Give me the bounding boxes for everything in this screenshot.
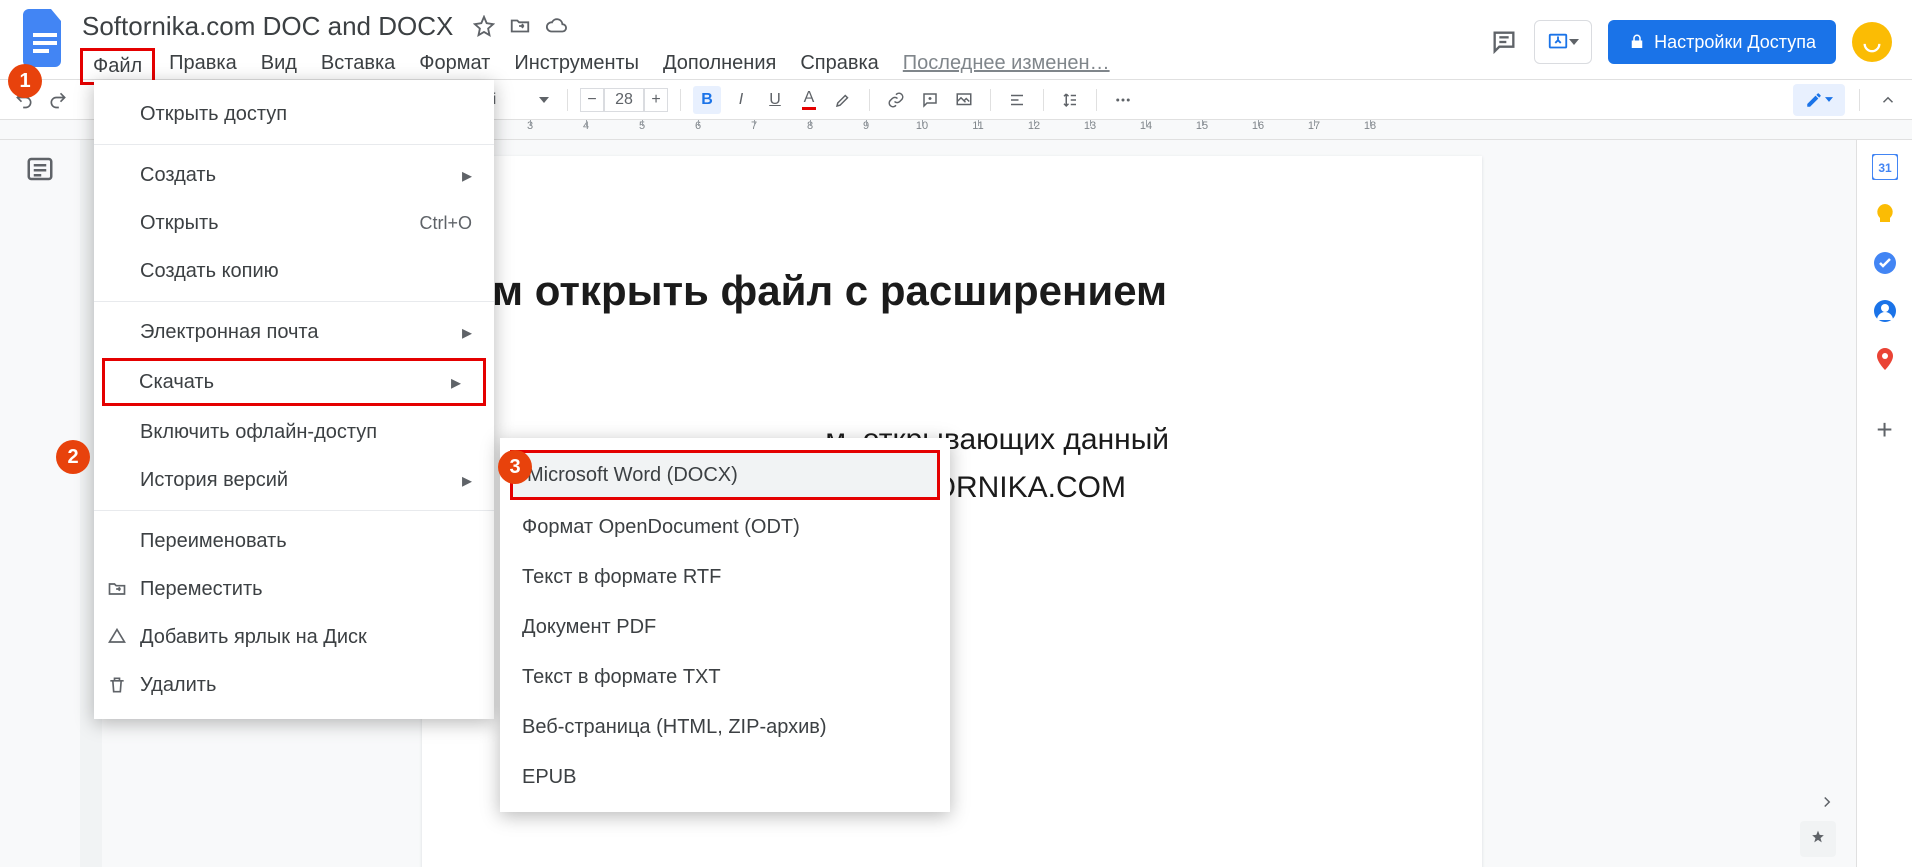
submenu-epub[interactable]: EPUB bbox=[500, 752, 950, 802]
menu-tools[interactable]: Инструменты bbox=[504, 48, 649, 85]
move-folder-icon[interactable] bbox=[509, 15, 531, 37]
share-button[interactable]: Настройки Доступа bbox=[1608, 20, 1836, 64]
svg-text:31: 31 bbox=[1878, 161, 1892, 175]
submenu-pdf[interactable]: Документ PDF bbox=[500, 602, 950, 652]
ruler-tick: 13 bbox=[1080, 120, 1100, 140]
ruler-tick: 3 bbox=[520, 120, 540, 140]
header: Softornika.com DOC and DOCX Файл Правка … bbox=[0, 0, 1912, 80]
insert-comment-icon[interactable] bbox=[916, 86, 944, 114]
menu-share[interactable]: Открыть доступ bbox=[94, 90, 494, 138]
ruler-tick: 7 bbox=[744, 120, 764, 140]
keep-icon[interactable] bbox=[1872, 202, 1898, 228]
ruler-tick: 16 bbox=[1248, 120, 1268, 140]
submenu-html[interactable]: Веб-страница (HTML, ZIP-архив) bbox=[500, 702, 950, 752]
cloud-status-icon[interactable] bbox=[545, 15, 567, 37]
trash-icon bbox=[106, 674, 128, 696]
ruler-tick: 17 bbox=[1304, 120, 1324, 140]
submenu-rtf[interactable]: Текст в формате RTF bbox=[500, 552, 950, 602]
docs-logo-icon[interactable] bbox=[20, 8, 70, 68]
ruler-tick: 6 bbox=[688, 120, 708, 140]
document-title[interactable]: Softornika.com DOC and DOCX bbox=[76, 11, 459, 42]
title-area: Softornika.com DOC and DOCX Файл Правка … bbox=[76, 8, 1120, 85]
font-size-value[interactable]: 28 bbox=[604, 88, 644, 112]
align-button[interactable] bbox=[1003, 86, 1031, 114]
ruler-tick: 9 bbox=[856, 120, 876, 140]
maps-icon[interactable] bbox=[1872, 346, 1898, 372]
ruler-tick: 11 bbox=[968, 120, 988, 140]
ruler-tick: 18 bbox=[1360, 120, 1380, 140]
text-color-button[interactable]: A bbox=[795, 86, 823, 114]
menu-version-history[interactable]: История версий▸ bbox=[94, 456, 494, 504]
ruler-tick: 8 bbox=[800, 120, 820, 140]
file-menu-dropdown: Открыть доступ Создать▸ ОткрытьCtrl+O Со… bbox=[94, 80, 494, 719]
font-size-increase[interactable]: + bbox=[644, 88, 668, 112]
submenu-docx[interactable]: Microsoft Word (DOCX) bbox=[510, 450, 940, 500]
menu-download[interactable]: Скачать▸ bbox=[102, 358, 486, 406]
add-addon-icon[interactable]: + bbox=[1876, 414, 1892, 446]
calendar-icon[interactable]: 31 bbox=[1872, 154, 1898, 180]
last-edit-link[interactable]: Последнее изменен… bbox=[893, 48, 1120, 85]
contacts-icon[interactable] bbox=[1872, 298, 1898, 324]
submenu-odt[interactable]: Формат OpenDocument (ODT) bbox=[500, 502, 950, 552]
underline-button[interactable]: U bbox=[761, 86, 789, 114]
line-spacing-button[interactable] bbox=[1056, 86, 1084, 114]
ruler-tick: 12 bbox=[1024, 120, 1044, 140]
insert-image-icon[interactable] bbox=[950, 86, 978, 114]
user-avatar[interactable] bbox=[1852, 22, 1892, 62]
document-heading[interactable]: м открыть файл с расширением bbox=[492, 266, 1412, 316]
italic-button[interactable]: I bbox=[727, 86, 755, 114]
ruler-tick: 10 bbox=[912, 120, 932, 140]
ruler-tick: 15 bbox=[1192, 120, 1212, 140]
folder-move-icon bbox=[106, 578, 128, 600]
scroll-right-icon[interactable] bbox=[1818, 793, 1836, 811]
outline-icon[interactable] bbox=[25, 154, 55, 184]
collapse-sidebar-icon[interactable] bbox=[1874, 86, 1902, 114]
menu-email[interactable]: Электронная почта▸ bbox=[94, 308, 494, 356]
menu-open[interactable]: ОткрытьCtrl+O bbox=[94, 199, 494, 247]
bold-button[interactable]: B bbox=[693, 86, 721, 114]
side-panel: 31 + bbox=[1856, 140, 1912, 867]
highlight-button[interactable] bbox=[829, 86, 857, 114]
menu-delete[interactable]: Удалить bbox=[94, 661, 494, 709]
menu-help[interactable]: Справка bbox=[790, 48, 888, 85]
drive-shortcut-icon bbox=[106, 626, 128, 648]
left-gutter bbox=[0, 140, 80, 867]
annotation-badge-3: 3 bbox=[498, 450, 532, 484]
editing-mode-button[interactable] bbox=[1793, 84, 1845, 116]
annotation-badge-2: 2 bbox=[56, 440, 90, 474]
redo-icon[interactable] bbox=[44, 86, 72, 114]
ruler-tick: 14 bbox=[1136, 120, 1156, 140]
font-size-decrease[interactable]: − bbox=[580, 88, 604, 112]
ruler-tick: 4 bbox=[576, 120, 596, 140]
share-button-label: Настройки Доступа bbox=[1654, 32, 1816, 53]
menu-offline[interactable]: Включить офлайн-доступ bbox=[94, 408, 494, 456]
tasks-icon[interactable] bbox=[1872, 250, 1898, 276]
star-icon[interactable] bbox=[473, 15, 495, 37]
submenu-txt[interactable]: Текст в формате TXT bbox=[500, 652, 950, 702]
ruler-tick: 5 bbox=[632, 120, 652, 140]
menu-make-copy[interactable]: Создать копию bbox=[94, 247, 494, 295]
more-icon[interactable] bbox=[1109, 86, 1137, 114]
menu-add-shortcut[interactable]: Добавить ярлык на Диск bbox=[94, 613, 494, 661]
header-right: Настройки Доступа bbox=[1490, 20, 1892, 64]
annotation-badge-1: 1 bbox=[8, 64, 42, 98]
download-submenu: Microsoft Word (DOCX) Формат OpenDocumen… bbox=[500, 438, 950, 812]
menu-addons[interactable]: Дополнения bbox=[653, 48, 786, 85]
insert-link-icon[interactable] bbox=[882, 86, 910, 114]
menu-rename[interactable]: Переименовать bbox=[94, 517, 494, 565]
present-button[interactable] bbox=[1534, 20, 1592, 64]
menu-new[interactable]: Создать▸ bbox=[94, 151, 494, 199]
menu-move[interactable]: Переместить bbox=[94, 565, 494, 613]
explore-button[interactable] bbox=[1800, 821, 1836, 857]
comments-icon[interactable] bbox=[1490, 28, 1518, 56]
